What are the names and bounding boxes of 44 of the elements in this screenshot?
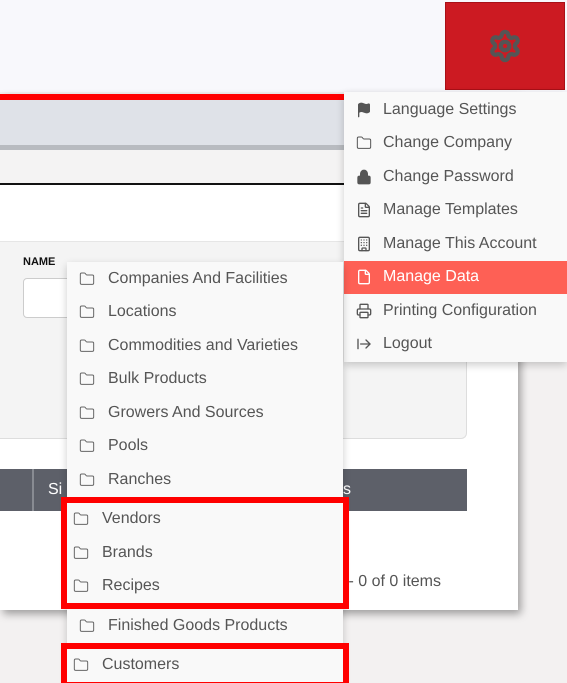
menu-item[interactable]: Logout [344,328,567,361]
folder-icon [73,544,89,561]
menu-item[interactable]: Commodities and Varieties [67,329,343,362]
folder-icon [79,472,95,488]
folder-icon [356,135,372,152]
menu-item[interactable]: Manage This Account [344,227,567,260]
menu-item[interactable]: Customers [67,648,343,682]
field-label: NAME [23,256,56,268]
menu-item[interactable]: Brands [67,536,343,570]
folder-icon [73,578,89,594]
building-icon [356,236,372,252]
settings-button[interactable] [445,2,565,90]
flag-icon [356,102,372,118]
folder-icon [79,270,95,287]
folder-icon [73,657,89,674]
menu-item[interactable]: Locations [67,296,343,329]
menu-item[interactable]: Growers And Sources [67,396,343,430]
menu-item[interactable]: Bulk Products [67,362,343,396]
menu-item[interactable]: Pools [67,430,343,463]
folder-icon [79,338,95,354]
settings-icon [488,29,522,63]
menu-item[interactable]: Language Settings [344,93,567,126]
menu-item[interactable]: Change Password [344,160,567,194]
lock-icon [356,168,372,185]
folder-icon [79,371,95,388]
column-header[interactable]: Si [48,481,62,499]
menu-item[interactable]: Ranches [67,463,343,496]
menu-item[interactable]: Vendors [67,502,343,536]
folder-icon [73,511,89,528]
menu-item[interactable]: Change Company [344,126,567,160]
menu-item[interactable]: Recipes [67,570,343,603]
menu-item[interactable]: Finished Goods Products [67,609,343,642]
document-icon [356,202,372,218]
folder-icon [79,404,95,421]
printer-icon [356,302,372,319]
folder-icon [79,618,95,634]
menu-item[interactable]: Manage Templates [344,194,567,227]
column-header[interactable]: s [343,481,351,499]
file-icon [356,269,372,286]
folder-icon [79,304,95,320]
folder-icon [79,438,95,454]
menu-item[interactable]: Companies And Facilities [67,262,343,296]
menu-item[interactable]: Printing Configuration [344,294,567,328]
pager-text: - 0 of 0 items [348,573,441,591]
